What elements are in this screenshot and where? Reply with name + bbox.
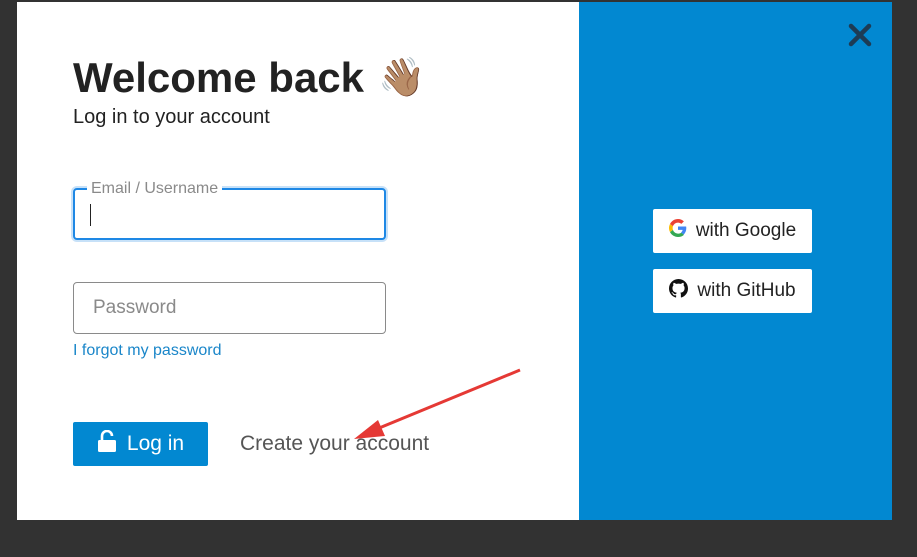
github-login-button[interactable]: with GitHub <box>653 269 812 313</box>
modal-subtitle: Log in to your account <box>73 106 270 128</box>
email-username-field[interactable]: Email / Username <box>73 180 386 240</box>
login-button[interactable]: Log in <box>73 422 208 466</box>
close-icon[interactable] <box>847 22 873 48</box>
github-button-label: with GitHub <box>697 280 796 301</box>
forgot-password-link[interactable]: I forgot my password <box>73 342 222 360</box>
google-button-label: with Google <box>695 220 797 241</box>
password-input[interactable] <box>74 283 385 333</box>
google-icon <box>668 219 687 243</box>
login-button-label: Log in <box>126 432 185 455</box>
unlock-icon <box>97 429 117 458</box>
title-text: Welcome back <box>73 54 365 101</box>
waving-hand-icon: 👋🏽 <box>378 57 426 99</box>
password-field[interactable] <box>73 282 386 334</box>
login-panel: Welcome back 👋🏽 Log in to your account E… <box>17 2 579 520</box>
social-login-panel: with Google with GitHub <box>579 2 892 520</box>
modal-title: Welcome back 👋🏽 <box>73 54 425 102</box>
create-account-link[interactable]: Create your account <box>240 432 429 456</box>
email-username-input[interactable] <box>75 190 384 238</box>
login-modal: Welcome back 👋🏽 Log in to your account E… <box>17 2 892 520</box>
google-login-button[interactable]: with Google <box>653 209 812 253</box>
github-icon <box>669 278 689 304</box>
